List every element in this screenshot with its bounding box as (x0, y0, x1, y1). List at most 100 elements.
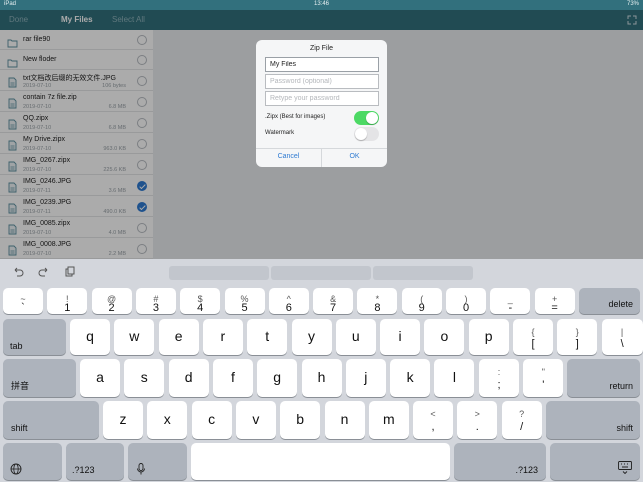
dialog-title: Zip File (310, 45, 333, 52)
key-\[interactable]: | \ (601, 319, 643, 355)
key-a[interactable]: a (80, 359, 120, 397)
ok-button[interactable]: OK (322, 153, 387, 160)
key-bottom-char: \ (620, 337, 624, 350)
key-char: v (252, 411, 260, 427)
key--[interactable]: _ - (490, 288, 531, 314)
key-9[interactable]: (9 (401, 288, 442, 314)
tab-key-label: tab (10, 341, 23, 351)
key-.[interactable]: >. (457, 401, 498, 439)
key-p[interactable]: p (468, 319, 509, 355)
mic-key[interactable] (128, 443, 187, 480)
key-8[interactable]: * 8 (357, 288, 398, 314)
key-;[interactable]: :; (479, 359, 519, 397)
key-top-char: " (541, 367, 545, 378)
key-4[interactable]: $4 (180, 288, 221, 314)
key-n[interactable]: n (324, 401, 365, 439)
key-top-char: > (474, 409, 480, 420)
key-2[interactable]: @2 (91, 288, 132, 314)
clock: 13:46 (313, 1, 329, 7)
zipx-toggle[interactable] (354, 111, 379, 125)
microphone-icon (137, 463, 145, 475)
key-`[interactable]: ~ ` (3, 288, 43, 314)
space-bar[interactable] (191, 443, 450, 480)
key-char: p (484, 328, 493, 344)
key-0[interactable]: ) 0 (446, 288, 486, 314)
key-char: r (220, 328, 226, 344)
key-g[interactable]: g (257, 359, 298, 397)
key-y[interactable]: y (291, 319, 332, 355)
key-,[interactable]: <, (413, 401, 453, 439)
numbers-key-label: .?123 (72, 465, 95, 475)
key-s[interactable]: s (124, 359, 165, 397)
retype-password-input[interactable] (265, 91, 379, 106)
key-=[interactable]: + = (534, 288, 575, 314)
numbers-key-right[interactable]: .?123 (454, 443, 546, 480)
key-char: y (308, 328, 315, 344)
delete-key[interactable]: delete (579, 288, 640, 314)
key-/[interactable]: ? / (501, 401, 542, 439)
suggestion-slot[interactable] (373, 266, 473, 280)
key-6[interactable]: ^ 6 (268, 288, 309, 314)
key-7[interactable]: & 7 (313, 288, 354, 314)
key-h[interactable]: h (301, 359, 342, 397)
key-char: e (174, 328, 183, 344)
key-char: x (163, 411, 171, 427)
key-c[interactable]: c (191, 401, 232, 439)
return-key[interactable]: return (567, 359, 640, 397)
shift-key-left[interactable]: shift (3, 401, 99, 439)
watermark-label: Watermark (265, 130, 295, 136)
key-bottom-char: 9 (418, 301, 425, 314)
key-bottom-char: 5 (241, 301, 248, 314)
key-w[interactable]: w (114, 319, 155, 355)
key-char: j (364, 369, 368, 385)
key-t[interactable]: t (247, 319, 288, 355)
keyboard: ~ `! 1 @2 #3 $4% 5 ^ 6 & 7 * 8(9) 0 _ - + = delete tab q w e r t… (0, 259, 643, 482)
suggestion-slot[interactable] (271, 266, 371, 280)
key-z[interactable]: z (103, 401, 143, 439)
undo-icon[interactable] (12, 266, 24, 278)
key-q[interactable]: q (70, 319, 110, 355)
key-m[interactable]: m (368, 401, 409, 439)
key-l[interactable]: l (434, 359, 475, 397)
key-j[interactable]: j (345, 359, 386, 397)
key-f[interactable]: f (212, 359, 253, 397)
redo-icon[interactable] (38, 266, 50, 278)
password-input[interactable] (265, 74, 379, 89)
key-bottom-char: 6 (285, 301, 292, 314)
key-d[interactable]: d (168, 359, 209, 397)
key-u[interactable]: u (335, 319, 376, 355)
key-r[interactable]: r (202, 319, 243, 355)
tab-key[interactable]: tab (3, 319, 66, 355)
cancel-button[interactable]: Cancel (256, 153, 321, 160)
key-bottom-char: 0 (462, 301, 470, 314)
hide-keyboard-key[interactable] (550, 443, 640, 480)
key-bottom-char: ; (497, 378, 501, 391)
key-top-char: ? (519, 409, 525, 420)
key-x[interactable]: x (147, 401, 188, 439)
filename-input[interactable] (265, 57, 379, 72)
key-e[interactable]: e (158, 319, 199, 355)
key-3[interactable]: #3 (135, 288, 176, 314)
key-char: t (265, 328, 270, 344)
key-v[interactable]: v (235, 401, 276, 439)
key-char: l (452, 369, 456, 385)
key-1[interactable]: ! 1 (47, 288, 88, 314)
key-i[interactable]: i (380, 319, 421, 355)
key-][interactable]: }] (557, 319, 598, 355)
key-o[interactable]: o (424, 319, 465, 355)
paste-icon[interactable] (64, 266, 76, 278)
key-5[interactable]: % 5 (224, 288, 265, 314)
delete-key-label: delete (608, 299, 633, 309)
shift-key-right[interactable]: shift (546, 401, 640, 439)
toggle-knob (355, 128, 367, 140)
key-[[interactable]: {[ (513, 319, 553, 355)
suggestion-slot[interactable] (169, 266, 269, 280)
pinyin-key[interactable]: 拼音 (3, 359, 76, 397)
key-bottom-char: ` (21, 301, 25, 314)
globe-key[interactable] (3, 443, 62, 480)
key-b[interactable]: b (280, 401, 321, 439)
key-'[interactable]: " ' (523, 359, 564, 397)
watermark-toggle[interactable] (354, 127, 379, 141)
numbers-key-left[interactable]: .?123 (66, 443, 124, 480)
key-k[interactable]: k (390, 359, 431, 397)
